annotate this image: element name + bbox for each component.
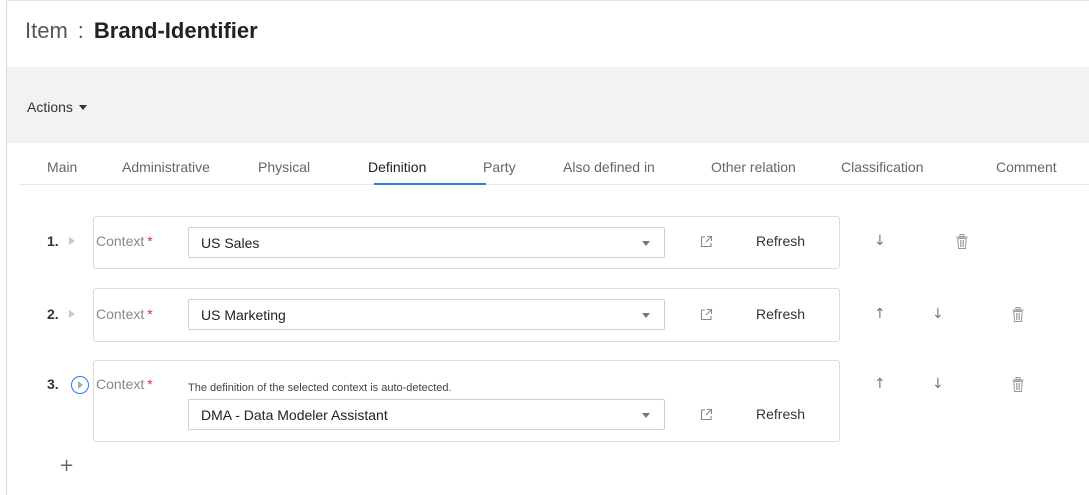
- context-select[interactable]: US Sales: [188, 227, 665, 258]
- trash-icon[interactable]: [1012, 307, 1024, 322]
- refresh-button[interactable]: Refresh: [756, 233, 805, 249]
- tab-also-defined-in[interactable]: Also defined in: [563, 159, 655, 175]
- context-label: Context *: [96, 376, 153, 392]
- external-link-icon[interactable]: [700, 308, 713, 321]
- external-link-icon[interactable]: [700, 408, 713, 421]
- context-select-value: DMA - Data Modeler Assistant: [201, 407, 388, 423]
- page-title: Item: Brand-Identifier: [25, 18, 258, 44]
- tab-classification[interactable]: Classification: [841, 159, 923, 175]
- item-editor: Item: Brand-Identifier Actions Main Admin…: [6, 0, 1089, 495]
- title-separator: :: [77, 18, 84, 43]
- external-link-icon[interactable]: [700, 235, 713, 248]
- tab-administrative[interactable]: Administrative: [122, 159, 210, 175]
- move-down-icon[interactable]: ↓: [932, 376, 944, 392]
- context-select-value: US Marketing: [201, 307, 286, 323]
- required-mark: *: [147, 376, 153, 392]
- refresh-button[interactable]: Refresh: [756, 306, 805, 322]
- active-tab-indicator: [374, 183, 486, 185]
- context-label: Context *: [96, 233, 153, 249]
- chevron-down-icon: [642, 313, 650, 318]
- tab-definition[interactable]: Definition: [368, 159, 426, 175]
- item-name: Brand-Identifier: [93, 18, 258, 43]
- row-number: 1.: [47, 233, 59, 249]
- required-mark: *: [147, 233, 153, 249]
- chevron-down-icon: [642, 413, 650, 418]
- expand-icon[interactable]: [69, 310, 75, 318]
- expand-icon[interactable]: [71, 376, 89, 394]
- row-number: 3.: [47, 376, 59, 392]
- context-select[interactable]: US Marketing: [188, 299, 665, 330]
- expand-icon[interactable]: [69, 237, 75, 245]
- context-label: Context *: [96, 306, 153, 322]
- move-down-icon[interactable]: ↓: [932, 306, 944, 322]
- refresh-button[interactable]: Refresh: [756, 406, 805, 422]
- move-up-icon[interactable]: ↑: [874, 306, 886, 322]
- row-number: 2.: [47, 306, 59, 322]
- context-select[interactable]: DMA - Data Modeler Assistant: [188, 399, 665, 430]
- tab-other-relation[interactable]: Other relation: [711, 159, 796, 175]
- context-select-value: US Sales: [201, 235, 260, 251]
- tab-bar: Main Administrative Physical Definition …: [19, 143, 1089, 185]
- move-up-icon[interactable]: ↑: [874, 376, 886, 392]
- tab-main[interactable]: Main: [47, 159, 77, 175]
- auto-detect-note: The definition of the selected context i…: [188, 382, 452, 394]
- required-mark: *: [147, 306, 153, 322]
- chevron-down-icon: [642, 241, 650, 246]
- trash-icon[interactable]: [956, 234, 968, 249]
- move-down-icon[interactable]: ↓: [874, 233, 886, 249]
- tab-comment[interactable]: Comment: [996, 159, 1057, 175]
- title-prefix: Item: [25, 18, 68, 43]
- actions-bar: Actions: [7, 67, 1089, 143]
- caret-down-icon: [78, 104, 87, 110]
- tab-party[interactable]: Party: [483, 159, 516, 175]
- tab-physical[interactable]: Physical: [258, 159, 310, 175]
- definition-panel: Main Administrative Physical Definition …: [19, 143, 1089, 495]
- trash-icon[interactable]: [1012, 377, 1024, 392]
- actions-label: Actions: [27, 99, 73, 115]
- add-context-button[interactable]: +: [59, 455, 74, 476]
- actions-menu-button[interactable]: Actions: [27, 99, 87, 115]
